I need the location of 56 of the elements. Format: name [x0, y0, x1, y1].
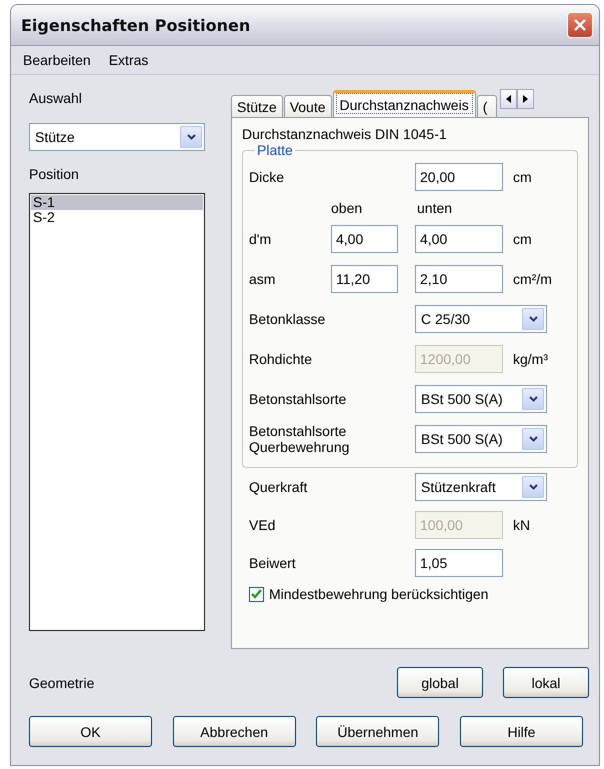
field-label: d'm — [249, 231, 272, 247]
left-triangle-icon — [506, 95, 511, 103]
input-field[interactable]: 20,00 — [415, 163, 503, 191]
dropdown[interactable]: BSt 500 S(A) — [415, 385, 547, 413]
dropdown[interactable]: BSt 500 S(A) — [415, 425, 547, 453]
field-label: Betonklasse — [249, 311, 326, 327]
dropdown[interactable]: Stützenkraft — [415, 473, 547, 501]
field-label: Beiwert — [249, 555, 297, 571]
field-label: Betonstahlsorte Querbewehrung — [249, 423, 350, 455]
field-label: Querkraft — [249, 479, 308, 495]
right-triangle-icon — [522, 95, 528, 103]
close-icon — [573, 18, 587, 32]
column-header: unten — [416, 200, 454, 216]
input-field[interactable]: 1,05 — [415, 549, 503, 577]
input-field[interactable]: 4,00 — [331, 225, 398, 253]
unit-label: kN — [512, 517, 532, 533]
unit-label: cm²/m — [512, 271, 553, 287]
unit-label: kg/m³ — [512, 351, 549, 367]
input-field[interactable]: 11,20 — [331, 265, 398, 293]
checkbox-label: Mindestbewehrung berücksichtigen — [269, 586, 488, 602]
geometry-label: Geometrie — [29, 674, 94, 692]
position-item[interactable]: S-2 — [31, 210, 203, 225]
window-title: Eigenschaften Positionen — [21, 16, 250, 34]
close-button[interactable] — [567, 12, 593, 38]
section-heading: Durchstanznachweis DIN 1045-1 — [242, 126, 448, 142]
field-label: Betonstahlsorte — [249, 391, 348, 407]
dialog-button[interactable]: Übernehmen — [316, 716, 440, 747]
field-label: Rohdichte — [249, 351, 314, 367]
tab[interactable]: Voute — [284, 95, 332, 117]
position-item[interactable]: S-1 — [31, 195, 203, 210]
dialog-button[interactable]: Hilfe — [460, 716, 583, 747]
position-label: Position — [29, 165, 80, 183]
tab[interactable]: ( — [476, 95, 497, 117]
field-label: Dicke — [249, 169, 286, 185]
group-title: Platte — [256, 143, 294, 157]
geometry-button[interactable]: global — [397, 667, 483, 698]
field-label: VEd — [249, 517, 276, 533]
tab[interactable]: Stütze — [231, 95, 283, 117]
geometry-button[interactable]: lokal — [503, 667, 589, 698]
scroll-right-button[interactable] — [516, 89, 534, 109]
input-field[interactable]: 2,10 — [415, 265, 503, 293]
unit-label: cm — [512, 169, 533, 185]
checkbox[interactable] — [249, 586, 264, 602]
dialog-button[interactable]: Abbrechen — [172, 716, 296, 747]
menu-item[interactable]: Bearbeiten — [23, 52, 91, 68]
unit-label: cm — [512, 231, 533, 247]
input-field[interactable]: 4,00 — [415, 225, 503, 253]
scroll-left-button[interactable] — [500, 89, 517, 109]
dropdown[interactable]: C 25/30 — [415, 305, 547, 333]
selection-dropdown[interactable]: Stütze — [29, 123, 205, 151]
menu-item[interactable]: Extras — [108, 52, 148, 68]
column-header: oben — [331, 200, 364, 216]
field-label: asm — [249, 271, 276, 287]
tab[interactable]: Durchstanznachweis — [332, 90, 476, 117]
dialog-button[interactable]: OK — [29, 716, 152, 747]
selection-label: Auswahl — [29, 89, 83, 107]
